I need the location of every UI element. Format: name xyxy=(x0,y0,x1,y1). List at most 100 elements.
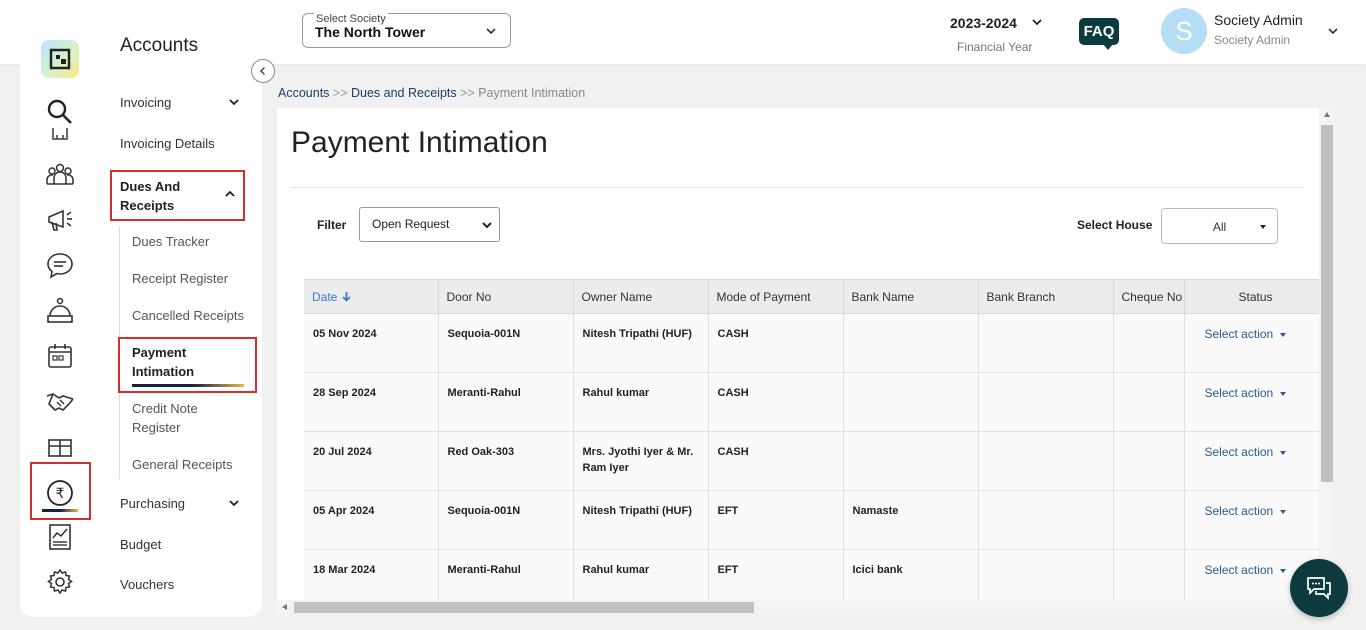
chevron-down-icon xyxy=(484,24,498,38)
bank-name-cell xyxy=(843,314,978,373)
breadcrumb: Accounts >> Dues and Receipts >> Payment… xyxy=(278,86,585,100)
date-cell: 05 Apr 2024 xyxy=(304,491,438,550)
submenu-item-receipt-register[interactable]: Receipt Register xyxy=(132,269,250,288)
cheque-no-cell xyxy=(1113,314,1184,373)
society-select-value: The North Tower xyxy=(315,24,425,40)
door-no-cell: Meranti-Rahul xyxy=(438,550,573,601)
date-cell: 05 Nov 2024 xyxy=(304,314,438,373)
chevron-down-icon xyxy=(228,497,240,509)
owner-name-cell: Nitesh Tripathi (HUF) xyxy=(573,314,708,373)
megaphone-icon[interactable] xyxy=(42,205,78,235)
menu-item-budget[interactable]: Budget xyxy=(120,537,248,552)
door-no-cell: Sequoia-001N xyxy=(438,491,573,550)
concierge-icon[interactable] xyxy=(42,296,78,326)
people-icon[interactable] xyxy=(42,160,78,190)
select-action-label: Select action xyxy=(1205,327,1274,341)
bank-name-cell xyxy=(843,432,978,491)
menu-item-invoicing[interactable]: Invoicing xyxy=(120,95,248,110)
building-icon[interactable] xyxy=(42,128,78,142)
caret-down-icon xyxy=(1280,392,1286,396)
user-name: Society Admin xyxy=(1214,12,1303,28)
logo-icon[interactable] xyxy=(41,40,79,78)
menu-item-vouchers[interactable]: Vouchers xyxy=(120,577,248,592)
calendar-icon[interactable] xyxy=(42,341,78,371)
select-action-dropdown[interactable]: Select action xyxy=(1184,373,1319,432)
payment-intimation-table: Date Door No Owner Name Mode of Payment … xyxy=(304,279,1319,600)
vertical-scrollbar[interactable] xyxy=(1320,108,1334,600)
mode-of-payment-cell: EFT xyxy=(708,491,843,550)
gift-icon[interactable] xyxy=(42,431,78,461)
column-header-owner-name: Owner Name xyxy=(573,280,708,314)
chevron-down-icon[interactable] xyxy=(1326,24,1340,38)
breadcrumb-accounts[interactable]: Accounts xyxy=(278,86,329,100)
breadcrumb-dues-and-receipts[interactable]: Dues and Receipts xyxy=(351,86,457,100)
sort-arrow-down-icon xyxy=(341,291,352,302)
door-no-cell: Meranti-Rahul xyxy=(438,373,573,432)
bank-branch-cell xyxy=(978,373,1113,432)
faq-button[interactable]: FAQ xyxy=(1079,18,1119,45)
column-header-door-no: Door No xyxy=(438,280,573,314)
chat-support-button[interactable] xyxy=(1290,559,1348,617)
rupee-active-underline xyxy=(42,509,78,512)
menu-item-label: Dues And Receipts xyxy=(120,179,180,213)
submenu-item-dues-tracker[interactable]: Dues Tracker xyxy=(132,232,250,251)
scroll-left-arrow-icon[interactable] xyxy=(282,604,287,610)
submenu-item-payment-intimation[interactable]: Payment Intimation xyxy=(132,343,222,381)
search-icon[interactable] xyxy=(42,97,78,127)
horizontal-scrollbar[interactable] xyxy=(277,600,1319,614)
handshake-icon[interactable] xyxy=(42,386,78,416)
submenu-item-cancelled-receipts[interactable]: Cancelled Receipts xyxy=(132,306,250,325)
select-action-dropdown[interactable]: Select action xyxy=(1184,314,1319,373)
caret-down-icon xyxy=(1280,451,1286,455)
caret-down-icon xyxy=(1280,569,1286,573)
filter-select[interactable]: Open Request xyxy=(359,207,500,242)
horizontal-scroll-thumb[interactable] xyxy=(294,602,754,613)
table-header-row: Date Door No Owner Name Mode of Payment … xyxy=(304,280,1319,314)
gear-icon[interactable] xyxy=(42,567,78,597)
submenu-item-credit-note-register[interactable]: Credit Note Register xyxy=(132,399,222,437)
menu-item-dues-and-receipts[interactable]: Dues And Receipts xyxy=(120,177,220,215)
column-header-cheque-no: Cheque No xyxy=(1113,280,1184,314)
cheque-no-cell xyxy=(1113,432,1184,491)
society-select[interactable]: Select Society The North Tower xyxy=(302,13,511,48)
select-action-label: Select action xyxy=(1205,563,1274,577)
avatar[interactable]: S xyxy=(1161,8,1207,54)
table-row: 18 Mar 2024Meranti-RahulRahul kumarEFTIc… xyxy=(304,550,1319,601)
menu-item-invoicing-details[interactable]: Invoicing Details xyxy=(120,136,248,151)
menu-item-label: Invoicing xyxy=(120,95,171,110)
bank-name-cell: Namaste xyxy=(843,491,978,550)
accounts-menu: Accounts Invoicing Invoicing Details Due… xyxy=(100,15,262,617)
scroll-up-arrow-icon[interactable] xyxy=(1324,112,1330,117)
mode-of-payment-cell: CASH xyxy=(708,373,843,432)
menu-item-purchasing[interactable]: Purchasing xyxy=(120,496,248,511)
select-action-label: Select action xyxy=(1205,445,1274,459)
select-action-dropdown[interactable]: Select action xyxy=(1184,432,1319,491)
mode-of-payment-cell: CASH xyxy=(708,314,843,373)
bank-name-cell xyxy=(843,373,978,432)
chevron-down-icon xyxy=(481,219,493,231)
caret-down-icon xyxy=(1260,225,1266,229)
breadcrumb-current: Payment Intimation xyxy=(478,86,585,100)
chat-icon xyxy=(1305,574,1333,602)
filter-label: Filter xyxy=(317,218,346,232)
rupee-icon[interactable]: ₹ xyxy=(42,478,78,508)
chevron-down-icon xyxy=(1031,16,1043,28)
financial-year-select[interactable]: 2023-2024 Financial Year xyxy=(950,15,1042,54)
bank-branch-cell xyxy=(978,432,1113,491)
column-header-date[interactable]: Date xyxy=(304,280,438,314)
page-title: Payment Intimation xyxy=(291,126,548,160)
bank-name-cell: Icici bank xyxy=(843,550,978,601)
select-action-label: Select action xyxy=(1205,504,1274,518)
owner-name-cell: Mrs. Jyothi Iyer & Mr. Ram Iyer xyxy=(573,432,708,491)
select-house-dropdown[interactable]: All xyxy=(1161,208,1278,244)
chat-bubble-icon[interactable] xyxy=(42,250,78,280)
date-cell: 28 Sep 2024 xyxy=(304,373,438,432)
collapse-menu-button[interactable] xyxy=(251,59,275,83)
mode-of-payment-cell: EFT xyxy=(708,550,843,601)
submenu-item-general-receipts[interactable]: General Receipts xyxy=(132,455,250,474)
report-icon[interactable] xyxy=(42,522,78,552)
vertical-scroll-thumb[interactable] xyxy=(1321,125,1333,482)
cheque-no-cell xyxy=(1113,373,1184,432)
select-action-dropdown[interactable]: Select action xyxy=(1184,491,1319,550)
date-cell: 18 Mar 2024 xyxy=(304,550,438,601)
